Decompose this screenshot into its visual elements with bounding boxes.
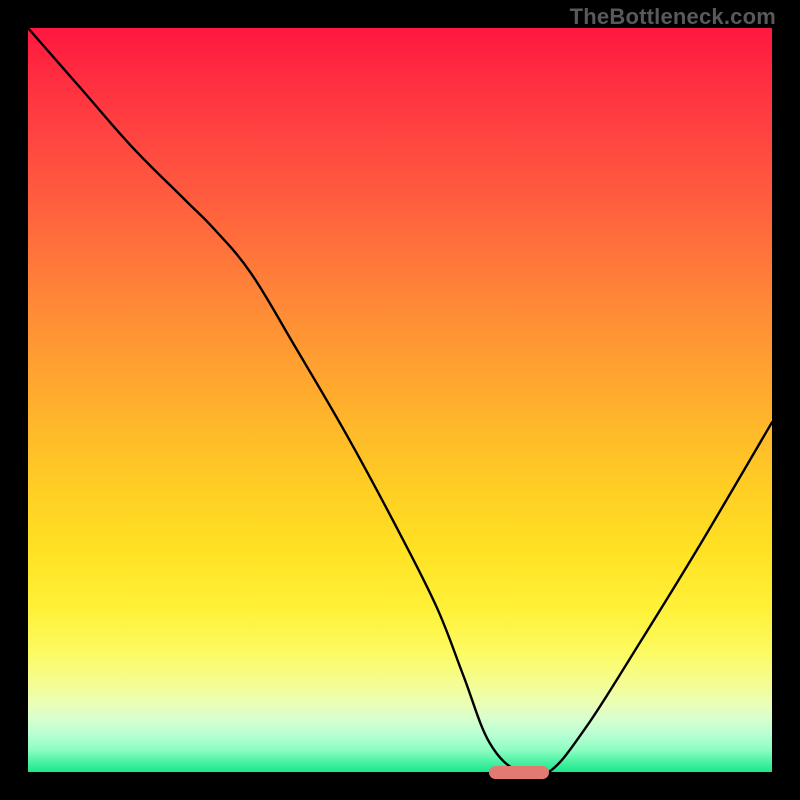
chart-frame: TheBottleneck.com bbox=[0, 0, 800, 800]
optimum-marker bbox=[489, 766, 549, 779]
plot-area bbox=[28, 28, 772, 772]
bottleneck-curve bbox=[28, 28, 772, 777]
curve-svg bbox=[28, 28, 772, 772]
watermark-label: TheBottleneck.com bbox=[570, 4, 776, 30]
